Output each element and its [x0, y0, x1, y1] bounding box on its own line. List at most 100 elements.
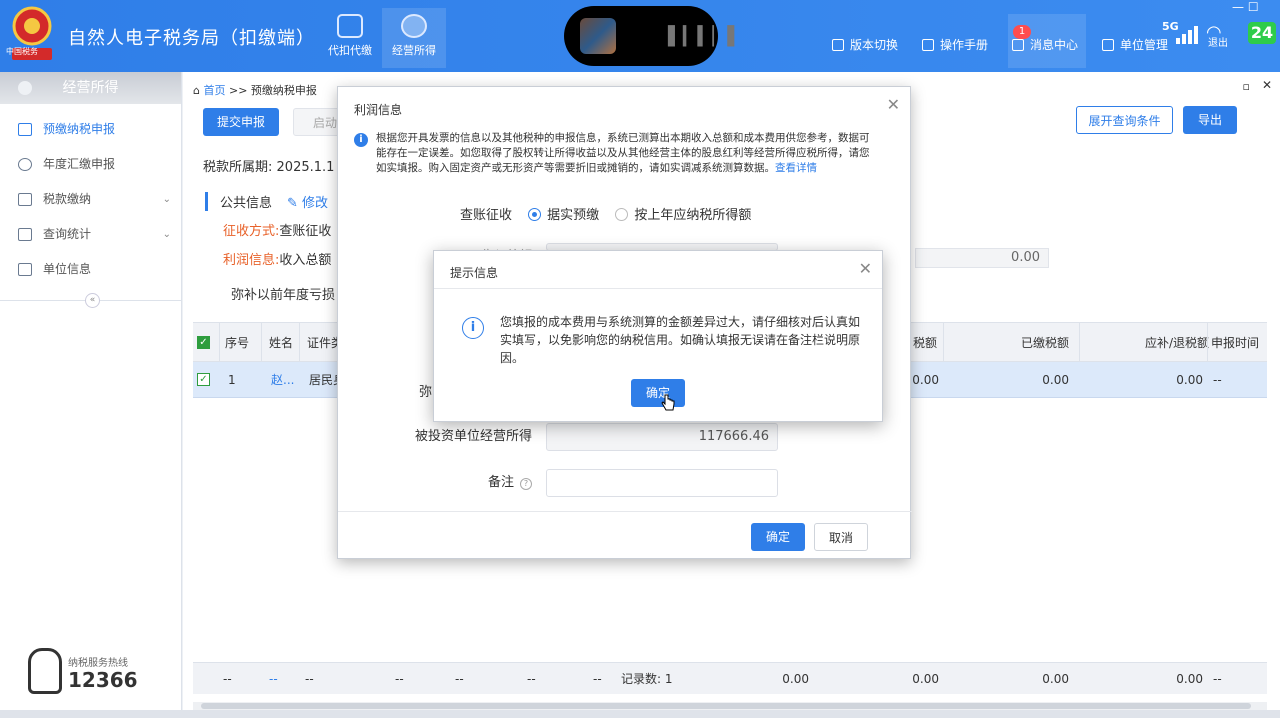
network-indicator: 5G [1162, 20, 1179, 33]
levy-value: 查账征收 [279, 224, 332, 239]
select-all-checkbox[interactable]: ✓ [197, 323, 210, 361]
sidebar-item-label: 税款缴纳 [43, 192, 92, 206]
expand-query-button[interactable]: 展开查询条件 [1076, 106, 1173, 134]
mail-icon [1012, 39, 1024, 51]
hotline-label: 纳税服务热线 [68, 658, 128, 669]
wallet-icon [337, 14, 363, 38]
signal-bar-icon [1176, 38, 1180, 44]
summary-cell: 0.00 [912, 671, 939, 686]
levy-key: 征收方式: [223, 224, 280, 239]
document-icon [922, 39, 934, 51]
chevron-down-icon: ⌄ [162, 194, 171, 205]
summary-cell: -- [269, 671, 278, 686]
submit-declaration-button[interactable]: 提交申报 [203, 108, 279, 136]
record-count: 记录数: 1 [621, 672, 673, 686]
radio-actual-prepay[interactable] [528, 208, 542, 221]
version-switch-button[interactable]: 版本切换 [832, 36, 898, 53]
declaration-icon [18, 123, 32, 136]
col-header: 姓名 [269, 335, 294, 350]
sidebar-item-tax-payment[interactable]: 税款缴纳 ⌄ [0, 182, 181, 217]
info-icon: i [462, 317, 484, 339]
manual-label: 操作手册 [940, 38, 989, 52]
radio-last-year[interactable] [615, 208, 629, 221]
sidebar-item-label: 单位信息 [43, 262, 92, 276]
remark-input[interactable] [546, 469, 778, 497]
divider [261, 323, 262, 361]
dialog-ok-button[interactable]: 确定 [751, 523, 805, 551]
remark-row: 备注? [338, 469, 912, 497]
window-controls[interactable]: — ☐ [1232, 0, 1259, 14]
summary-cell: 0.00 [1176, 671, 1203, 686]
row-checkbox[interactable]: ✓ [197, 362, 210, 397]
top-bar: 中国税务 自然人电子税务局（扣缴端） 代扣代缴 经营所得 ▌▎▍▏▌ 版本切换 … [0, 0, 1280, 72]
loss-offset-value: 0.00 [915, 248, 1049, 268]
remark-label-text: 备注 [487, 475, 514, 490]
row-due: 0.00 [1176, 372, 1203, 387]
summary-cell: -- [223, 671, 232, 686]
remark-label: 备注? [488, 469, 532, 497]
summary-cell: 0.00 [1042, 671, 1069, 686]
col-header: 已缴税额 [1020, 335, 1069, 350]
collapse-sidebar-button[interactable]: « [85, 293, 100, 308]
divider [219, 323, 220, 361]
col-header: 应补/退税额 [1144, 335, 1209, 350]
sidebar-item-unit-info[interactable]: 单位信息 [0, 252, 181, 287]
sidebar-header-label: 经营所得 [62, 80, 119, 96]
dialog-cancel-button[interactable]: 取消 [814, 523, 868, 551]
version-switch-label: 版本切换 [850, 38, 899, 52]
summary-cell: 0.00 [782, 671, 809, 686]
close-icon[interactable]: ✕ [859, 259, 872, 278]
col-header: 申报时间 [1211, 335, 1260, 350]
payment-icon [18, 193, 32, 206]
profit-info-row: 利润信息:收入总额 [223, 249, 331, 268]
invested-income-label: 被投资单位经营所得 [414, 429, 532, 444]
tax-period: 税款所属期: 2025.1.1 [203, 156, 334, 175]
bottom-ticker [0, 710, 1280, 718]
unit-manage-button[interactable]: 单位管理 [1102, 36, 1168, 53]
divider [943, 323, 944, 361]
sidebar-item-annual-declaration[interactable]: 年度汇缴申报 [0, 147, 181, 182]
close-icon[interactable]: ✕ [1262, 78, 1272, 92]
sidebar-divider: « [0, 293, 182, 308]
section-title: 公共信息 [205, 192, 272, 211]
sidebar-item-prepay-declaration[interactable]: 预缴纳税申报 [0, 112, 181, 147]
sidebar-item-label: 年度汇缴申报 [43, 157, 116, 171]
prompt-title: 提示信息 [450, 266, 499, 280]
edit-link[interactable]: ✎ 修改 [287, 192, 328, 211]
sidebar-item-query-stats[interactable]: 查询统计 ⌄ [0, 217, 181, 252]
breadcrumb-separator: >> [225, 84, 251, 97]
scroll-thumb[interactable] [201, 703, 1251, 709]
horizontal-scrollbar[interactable] [193, 702, 1267, 710]
audio-wave-icon: ▌▎▍▏▌ [668, 26, 743, 47]
radio-label: 据实预缴 [547, 208, 600, 223]
breadcrumb-home[interactable]: 首页 [203, 84, 225, 97]
row-name-link[interactable]: 赵... [271, 362, 294, 397]
restore-icon[interactable]: ▫ [1243, 80, 1250, 93]
export-button[interactable]: 导出 [1183, 106, 1237, 134]
recorder-thumbnail [580, 18, 616, 54]
close-icon[interactable]: ✕ [887, 95, 900, 114]
sidebar: 经营所得 预缴纳税申报 年度汇缴申报 税款缴纳 ⌄ 查询统计 ⌄ 单位信息 « … [0, 72, 182, 718]
prompt-header: 提示信息 ✕ [434, 251, 882, 289]
prompt-message: 您填报的成本费用与系统测算的金额差异过大，请仔细核对后认真如实填写，以免影响您的… [500, 315, 861, 365]
manual-button[interactable]: 操作手册 [922, 36, 988, 53]
app-title: 自然人电子税务局（扣缴端） [68, 28, 315, 49]
profit-value: 收入总额 [279, 253, 332, 268]
period-value[interactable]: 2025.1.1 [277, 160, 335, 175]
summary-cell: -- [455, 671, 464, 686]
summary-cell: -- [527, 671, 536, 686]
hotline-block: 纳税服务热线 12366 [28, 648, 168, 698]
view-details-link[interactable]: 查看详情 [775, 162, 817, 174]
divider [1079, 323, 1080, 361]
nav-business-income[interactable]: 经营所得 [382, 8, 446, 68]
signal-bar-icon [1182, 34, 1186, 44]
invested-income-row: 被投资单位经营所得 117666.46 [338, 423, 912, 451]
prompt-ok-button[interactable]: 确定 [631, 379, 685, 407]
col-header: 序号 [225, 335, 250, 350]
unit-manage-label: 单位管理 [1120, 38, 1169, 52]
nav-withholding[interactable]: 代扣代缴 [318, 8, 382, 68]
divider [299, 323, 300, 361]
home-icon: ⌂ [193, 84, 204, 97]
help-icon[interactable]: ? [520, 478, 532, 490]
summary-cell: -- [305, 671, 314, 686]
